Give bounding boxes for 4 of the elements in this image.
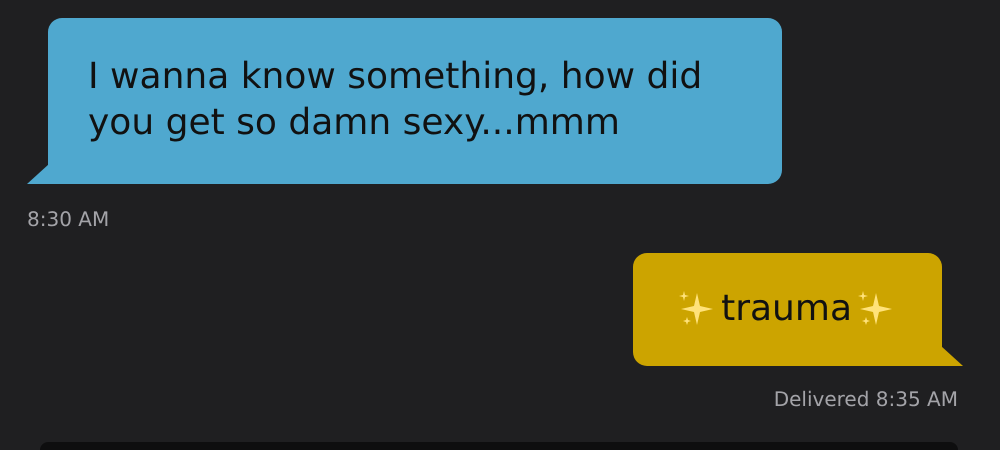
message-timestamp: Delivered 8:35 AM bbox=[774, 387, 958, 411]
message-text: I wanna know something, how did you get so damn sexy...mmm bbox=[88, 55, 704, 145]
message-text: trauma bbox=[721, 287, 852, 331]
message-timestamp: 8:30 AM bbox=[27, 207, 110, 231]
